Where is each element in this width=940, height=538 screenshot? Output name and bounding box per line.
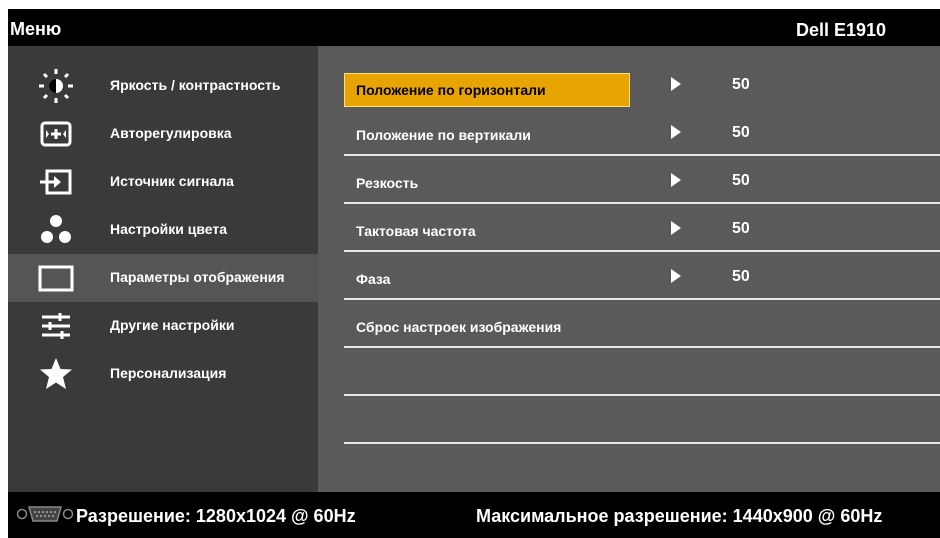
setting-row-sharpness[interactable]: Резкость 50 (344, 156, 940, 204)
setting-row-vertical-position[interactable]: Положение по вертикали 50 (344, 108, 940, 156)
setting-value: 50 (732, 220, 750, 237)
monitor-model: Dell E1910 (796, 20, 887, 40)
input-source-icon (40, 169, 72, 195)
brightness-icon (39, 69, 73, 103)
setting-row-reset-image[interactable]: Сброс настроек изображения (344, 300, 940, 348)
sidebar-item-color-settings[interactable]: Настройки цвета (8, 206, 318, 254)
setting-row-empty (344, 348, 940, 396)
star-icon (40, 358, 72, 389)
setting-label: Положение по горизонтали (356, 82, 546, 98)
vga-connector-icon (16, 506, 74, 522)
setting-row-phase[interactable]: Фаза 50 (344, 252, 940, 300)
setting-row-empty (344, 396, 940, 444)
setting-label: Тактовая частота (356, 223, 476, 239)
arrow-right-icon[interactable] (671, 77, 681, 91)
setting-label: Резкость (356, 175, 419, 191)
setting-label: Сброс настроек изображения (356, 319, 562, 335)
sidebar-item-label: Источник сигнала (110, 173, 234, 189)
current-resolution: Разрешение: 1280x1024 @ 60Hz (76, 506, 356, 526)
sidebar-item-label: Другие настройки (110, 317, 235, 333)
sidebar-item-brightness-contrast[interactable]: Яркость / контрастность (8, 62, 318, 110)
display-settings-panel: Положение по горизонтали 50 Положение по… (318, 46, 940, 492)
setting-label: Положение по вертикали (356, 127, 531, 143)
row-divider (344, 442, 940, 444)
sidebar-item-label: Авторегулировка (110, 125, 232, 141)
osd-header: Меню Dell E1910 (8, 9, 940, 46)
auto-adjust-icon (40, 121, 72, 147)
arrow-right-icon[interactable] (671, 221, 681, 235)
setting-value: 50 (732, 172, 750, 189)
setting-value: 50 (732, 268, 750, 285)
setting-row-pixel-clock[interactable]: Тактовая частота 50 (344, 204, 940, 252)
arrow-right-icon[interactable] (671, 269, 681, 283)
sidebar-item-label: Персонализация (110, 365, 227, 381)
sidebar-item-other-settings[interactable]: Другие настройки (8, 302, 318, 350)
sidebar-item-label: Настройки цвета (110, 221, 228, 237)
sidebar: Яркость / контрастность Авторегулировка … (8, 46, 318, 492)
arrow-right-icon[interactable] (671, 173, 681, 187)
sliders-icon (42, 313, 70, 339)
display-rectangle-icon (38, 265, 74, 292)
osd-menu: Меню Dell E1910 Яркость / контрастность (8, 9, 940, 538)
setting-label: Фаза (356, 271, 391, 287)
sidebar-item-label: Яркость / контрастность (110, 77, 281, 93)
sidebar-item-display-settings[interactable]: Параметры отображения (8, 254, 318, 302)
color-dots-icon (41, 215, 71, 243)
setting-value: 50 (732, 76, 750, 93)
menu-title: Меню (10, 19, 62, 39)
sidebar-item-personalization[interactable]: Персонализация (8, 350, 318, 398)
sidebar-item-label: Параметры отображения (110, 269, 285, 285)
sidebar-item-auto-adjust[interactable]: Авторегулировка (8, 110, 318, 158)
setting-row-horizontal-position[interactable]: Положение по горизонтали 50 (344, 60, 940, 108)
sidebar-item-input-source[interactable]: Источник сигнала (8, 158, 318, 206)
setting-value: 50 (732, 124, 750, 141)
max-resolution: Максимальное разрешение: 1440x900 @ 60Hz (476, 506, 883, 526)
status-bar: Разрешение: 1280x1024 @ 60Hz Максимально… (8, 492, 940, 538)
arrow-right-icon[interactable] (671, 125, 681, 139)
